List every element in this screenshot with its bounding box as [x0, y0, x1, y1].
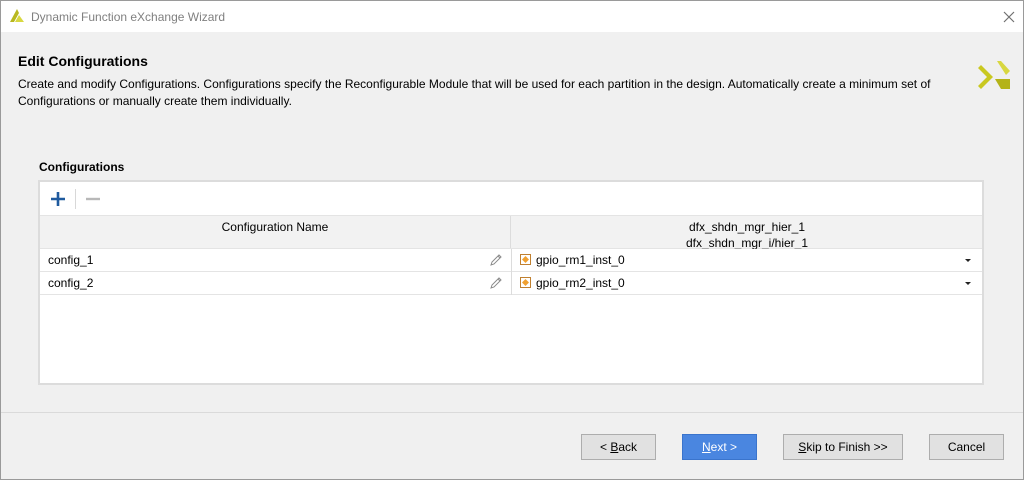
back-button-label: ack	[618, 440, 638, 454]
configurations-label: Configurations	[39, 160, 125, 174]
xilinx-logo-icon	[978, 61, 1010, 89]
footer-divider	[1, 412, 1023, 413]
dropdown-arrow-icon[interactable]	[962, 256, 974, 266]
skip-button-label: kip to Finish >>	[806, 440, 888, 454]
configuration-name-cell[interactable]: config_2	[48, 276, 93, 290]
cancel-button[interactable]: Cancel	[929, 434, 1004, 460]
dropdown-arrow-icon[interactable]	[962, 279, 974, 289]
pencil-icon[interactable]	[489, 253, 503, 267]
pencil-icon[interactable]	[489, 276, 503, 290]
configurations-toolbar	[40, 182, 982, 215]
module-cell[interactable]: gpio_rm2_inst_0	[536, 276, 625, 290]
back-button[interactable]: < Back	[581, 434, 656, 460]
configuration-name-cell[interactable]: config_1	[48, 253, 93, 267]
toolbar-divider	[75, 189, 76, 209]
window-title: Dynamic Function eXchange Wizard	[31, 10, 226, 24]
column-header-configuration-name[interactable]: Configuration Name	[40, 216, 511, 248]
module-icon	[520, 254, 531, 265]
next-button-label: ext >	[710, 440, 738, 454]
plus-icon[interactable]	[46, 187, 70, 211]
back-button-prefix: <	[599, 440, 611, 454]
minus-icon[interactable]	[81, 187, 105, 211]
wizard-header: Edit Configurations Create and modify Co…	[1, 32, 1023, 117]
column-header-partition[interactable]: dfx_shdn_mgr_hier_1 dfx_shdn_mgr_i/hier_…	[512, 216, 982, 250]
skip-to-finish-button[interactable]: Skip to Finish >>	[783, 434, 903, 460]
configurations-panel: Configuration Name dfx_shdn_mgr_hier_1 d…	[38, 180, 984, 385]
column-divider	[511, 272, 512, 295]
close-icon[interactable]	[997, 7, 1021, 27]
table-row[interactable]: config_2 gpio_rm2_inst_0	[40, 272, 982, 295]
vivado-app-icon	[10, 9, 24, 22]
title-bar: Dynamic Function eXchange Wizard	[1, 1, 1023, 32]
column-divider	[511, 249, 512, 272]
table-header: Configuration Name dfx_shdn_mgr_hier_1 d…	[40, 215, 982, 250]
page-title: Edit Configurations	[18, 53, 148, 69]
next-button-mnemonic: N	[701, 440, 711, 454]
next-button[interactable]: Next >	[682, 434, 757, 460]
wizard-window: Dynamic Function eXchange Wizard Edit Co…	[0, 0, 1024, 480]
module-cell[interactable]: gpio_rm1_inst_0	[536, 253, 625, 267]
module-icon	[520, 277, 531, 288]
partition-header-line1: dfx_shdn_mgr_hier_1	[688, 220, 806, 234]
table-row[interactable]: config_1 gpio_rm1_inst_0	[40, 249, 982, 272]
page-description: Create and modify Configurations. Config…	[18, 77, 931, 108]
